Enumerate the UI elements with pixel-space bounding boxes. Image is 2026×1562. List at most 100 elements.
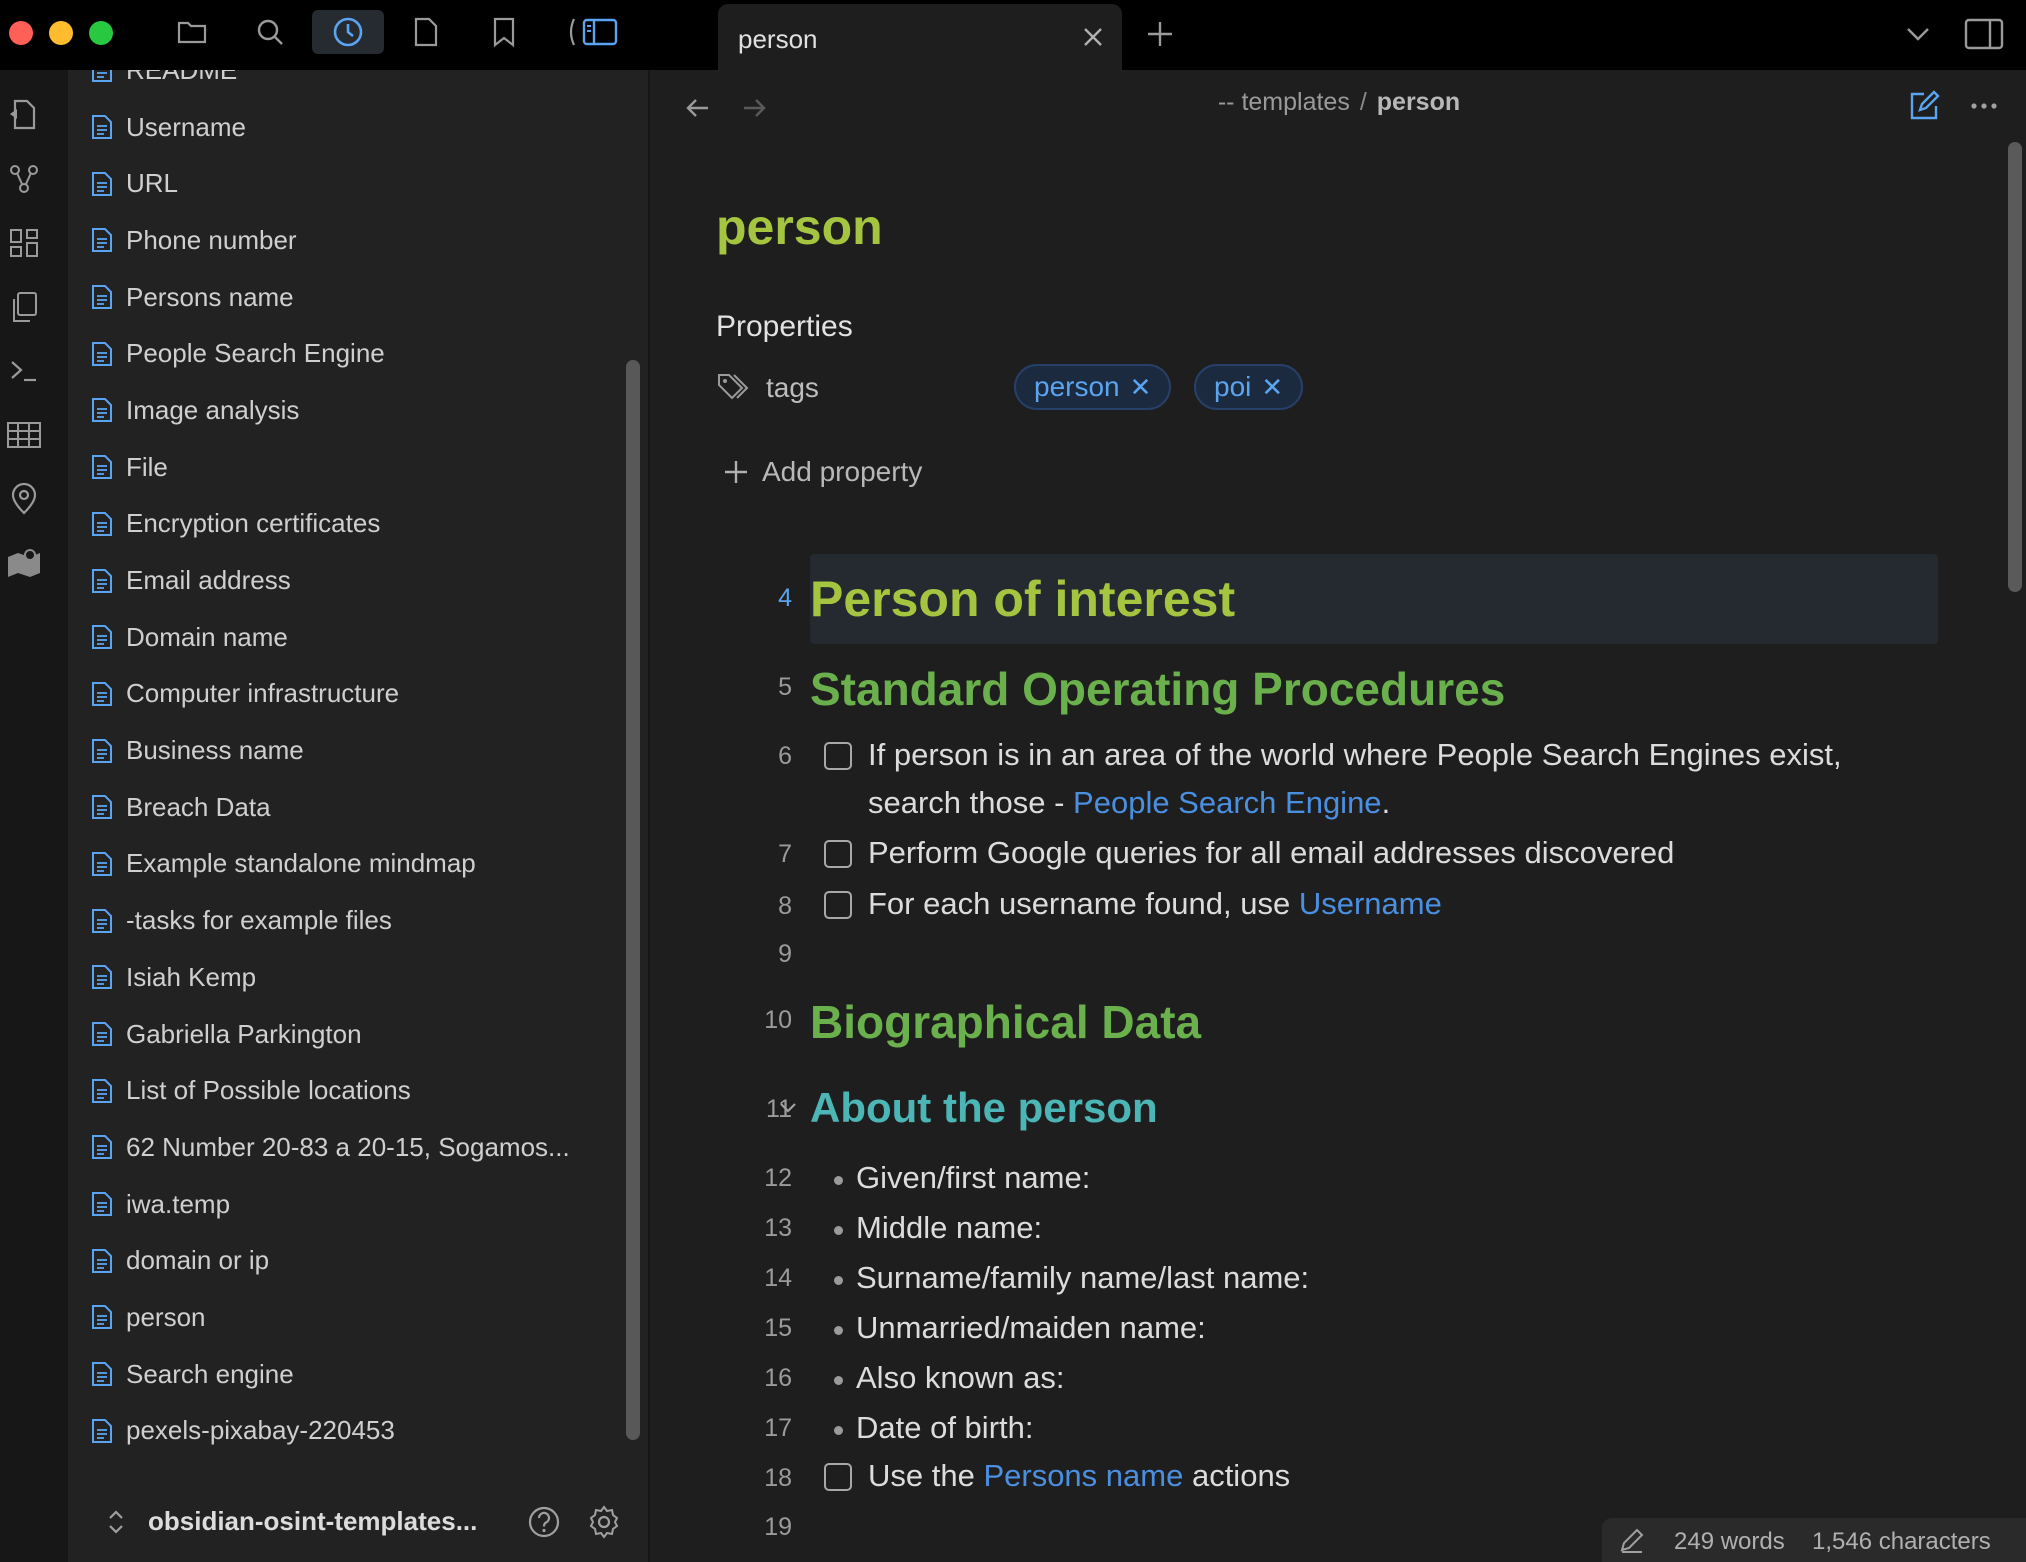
line-number: 5 <box>778 673 792 701</box>
zoom-window-button[interactable] <box>89 21 113 45</box>
help-icon[interactable] <box>526 1504 562 1540</box>
bookmark-icon[interactable] <box>480 10 528 54</box>
fold-chevron-down-icon[interactable] <box>776 1096 800 1120</box>
document-icon <box>92 681 112 706</box>
copy-files-icon[interactable] <box>4 287 44 327</box>
file-item[interactable]: Username <box>68 99 628 156</box>
bullet-text[interactable]: Surname/family name/last name: <box>856 1260 1309 1296</box>
more-options-icon[interactable] <box>1966 88 2002 124</box>
note-title[interactable]: person <box>716 198 883 256</box>
terminal-icon[interactable] <box>4 351 44 391</box>
task-text[interactable]: Perform Google queries for all email add… <box>868 829 1928 877</box>
internal-link-people-search-engine[interactable]: People Search Engine <box>1073 785 1382 820</box>
breadcrumb-current[interactable]: person <box>1377 88 1460 116</box>
file-item[interactable]: Computer infrastructure <box>68 666 628 723</box>
switcher-icon[interactable] <box>4 95 44 135</box>
folder-icon[interactable] <box>168 10 216 54</box>
edit-mode-icon[interactable] <box>1906 88 1942 124</box>
table-icon[interactable] <box>4 415 44 455</box>
tab-person[interactable]: person <box>718 4 1122 70</box>
task-checkbox[interactable] <box>824 840 852 868</box>
file-item[interactable]: Business name <box>68 722 628 779</box>
recent-files-clock-icon[interactable] <box>312 10 384 54</box>
file-item[interactable]: Image analysis <box>68 382 628 439</box>
heading-standard-operating-procedures[interactable]: Standard Operating Procedures <box>810 662 1505 716</box>
file-item[interactable]: Persons name <box>68 269 628 326</box>
line-number: 14 <box>764 1264 792 1292</box>
task-text[interactable]: For each username found, use Username <box>868 880 1868 928</box>
task-checkbox[interactable] <box>824 891 852 919</box>
file-item[interactable]: List of Possible locations <box>68 1062 628 1119</box>
file-item[interactable]: Gabriella Parkington <box>68 1006 628 1063</box>
document-icon <box>92 285 112 310</box>
remove-tag-icon[interactable]: ✕ <box>1130 372 1152 403</box>
editor-scrollbar[interactable] <box>2008 142 2022 592</box>
map-icon[interactable] <box>4 543 44 583</box>
pencil-icon[interactable] <box>1618 1526 1646 1554</box>
file-item[interactable]: URL <box>68 155 628 212</box>
heading-person-of-interest[interactable]: Person of interest <box>810 570 1235 628</box>
obsidian-window: person READM <box>0 0 2026 1562</box>
remove-tag-icon[interactable]: ✕ <box>1261 372 1283 403</box>
file-item[interactable]: File <box>68 439 628 496</box>
file-item[interactable]: Example standalone mindmap <box>68 836 628 893</box>
document-icon <box>92 1078 112 1103</box>
document-icon <box>92 568 112 593</box>
file-item[interactable]: README <box>68 70 628 99</box>
task-text[interactable]: If person is in an area of the world whe… <box>868 731 1868 827</box>
properties-heading[interactable]: Properties <box>716 310 853 344</box>
bullet-text[interactable]: Also known as: <box>856 1360 1065 1396</box>
bullet-text[interactable]: Date of birth: <box>856 1410 1033 1446</box>
file-item[interactable]: person <box>68 1289 628 1346</box>
heading-biographical-data[interactable]: Biographical Data <box>810 995 1201 1049</box>
file-item[interactable]: iwa.temp <box>68 1176 628 1233</box>
location-pin-icon[interactable] <box>4 479 44 519</box>
task-text[interactable]: Use the Persons name actions <box>868 1452 1868 1500</box>
bullet-text[interactable]: Middle name: <box>856 1210 1042 1246</box>
file-item[interactable]: Email address <box>68 552 628 609</box>
tag-pill-poi[interactable]: poi ✕ <box>1194 364 1304 410</box>
vault-switch-chevron-icon[interactable] <box>98 1504 134 1540</box>
task-checkbox[interactable] <box>824 1463 852 1491</box>
file-item[interactable]: Domain name <box>68 609 628 666</box>
file-label: Username <box>126 111 246 142</box>
tab-list-chevron-down-icon[interactable] <box>1898 14 1938 54</box>
task-checkbox[interactable] <box>824 742 852 770</box>
right-sidebar-toggle-icon[interactable] <box>1962 14 2006 54</box>
heading-about-the-person[interactable]: About the person <box>810 1084 1158 1132</box>
tag-pill-person[interactable]: person ✕ <box>1014 364 1172 410</box>
sidebar-scrollbar[interactable] <box>626 360 640 1440</box>
search-icon[interactable] <box>246 10 294 54</box>
file-item[interactable]: Encryption certificates <box>68 496 628 553</box>
settings-gear-icon[interactable] <box>586 1504 622 1540</box>
bullet-text[interactable]: Unmarried/maiden name: <box>856 1310 1206 1346</box>
line-number: 16 <box>764 1364 792 1392</box>
minimize-window-button[interactable] <box>49 21 73 45</box>
breadcrumb-folder[interactable]: -- templates <box>1218 88 1350 116</box>
line-number: 4 <box>778 584 792 612</box>
file-item[interactable]: domain or ip <box>68 1232 628 1289</box>
file-label: Gabriella Parkington <box>126 1018 362 1049</box>
close-window-button[interactable] <box>9 21 33 45</box>
file-item[interactable]: -tasks for example files <box>68 892 628 949</box>
file-item[interactable]: Breach Data <box>68 779 628 836</box>
vault-name[interactable]: obsidian-osint-templates... <box>148 1506 477 1537</box>
bullet-text[interactable]: Given/first name: <box>856 1160 1090 1196</box>
file-item[interactable]: Phone number <box>68 212 628 269</box>
file-item[interactable]: People Search Engine <box>68 325 628 382</box>
canvas-grid-icon[interactable] <box>4 223 44 263</box>
file-item[interactable]: 62 Number 20-83 a 20-15, Sogamos... <box>68 1119 628 1176</box>
new-tab-plus-icon[interactable] <box>1140 14 1180 54</box>
file-item[interactable]: Search engine <box>68 1346 628 1403</box>
property-key[interactable]: tags <box>766 372 819 404</box>
file-item[interactable]: Isiah Kemp <box>68 949 628 1006</box>
close-tab-icon[interactable] <box>1080 24 1106 50</box>
sidebar-toggle-icon[interactable] <box>556 10 628 54</box>
internal-link-username[interactable]: Username <box>1299 886 1442 921</box>
graph-view-icon[interactable] <box>4 159 44 199</box>
file-item[interactable]: pexels-pixabay-220453 <box>68 1403 628 1460</box>
line-number: 19 <box>764 1513 792 1541</box>
file-icon[interactable] <box>402 10 450 54</box>
file-label: Encryption certificates <box>126 508 381 539</box>
internal-link-persons-name[interactable]: Persons name <box>983 1458 1183 1493</box>
